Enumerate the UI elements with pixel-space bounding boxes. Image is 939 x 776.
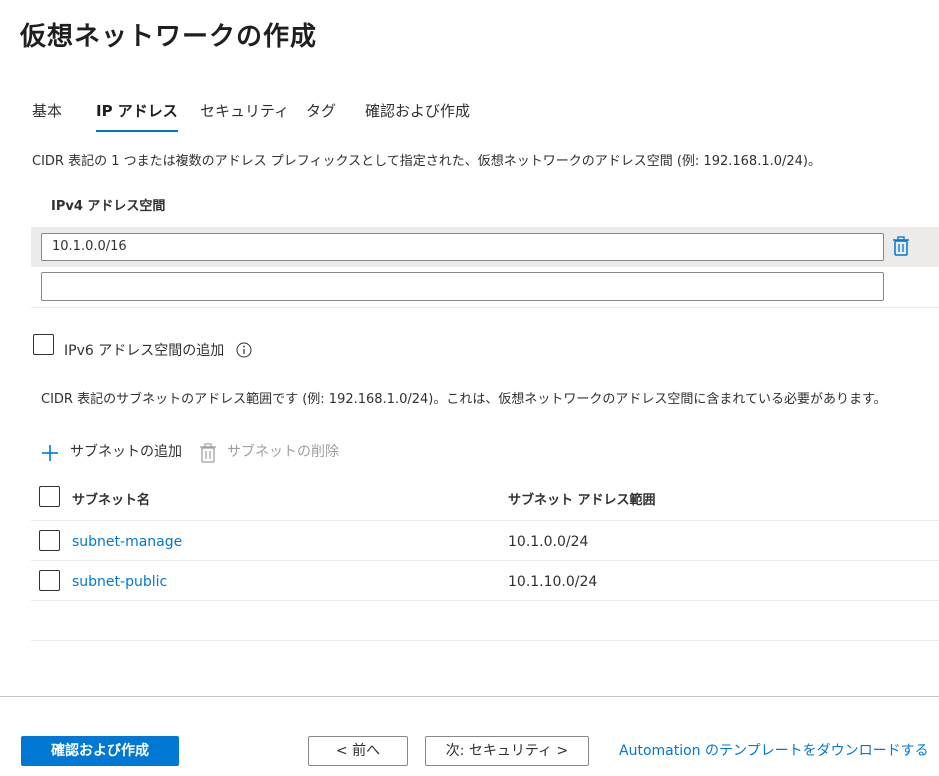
- trash-icon: [200, 443, 216, 463]
- footer-divider: [0, 696, 939, 697]
- ipv4-address-space-label: IPv4 アドレス空間: [51, 199, 166, 214]
- subnet-name-link[interactable]: subnet-manage: [72, 534, 182, 550]
- delete-subnet-button[interactable]: サブネットの削除: [227, 441, 339, 461]
- add-subnet-button[interactable]: サブネットの追加: [70, 441, 182, 461]
- row-checkbox[interactable]: [39, 570, 60, 591]
- delete-icon[interactable]: [892, 236, 910, 256]
- divider: [31, 307, 939, 308]
- column-header-subnet-name: サブネット名: [72, 493, 151, 508]
- ipv6-checkbox-label[interactable]: IPv6 アドレス空間の追加: [64, 340, 224, 360]
- previous-button[interactable]: < 前へ: [308, 736, 408, 766]
- column-header-address-range: サブネット アドレス範囲: [508, 493, 656, 508]
- subnet-address-range: 10.1.10.0/24: [508, 574, 598, 590]
- page-title: 仮想ネットワークの作成: [20, 22, 318, 52]
- divider: [31, 640, 939, 641]
- ipv4-address-input-new[interactable]: [41, 272, 884, 301]
- tab-ip-addresses[interactable]: IP アドレス: [96, 100, 178, 132]
- tab-security[interactable]: セキュリティ: [200, 100, 289, 132]
- tab-review-create[interactable]: 確認および作成: [365, 100, 470, 132]
- ipv4-description: CIDR 表記の 1 つまたは複数のアドレス プレフィックスとして指定された、仮…: [32, 154, 821, 169]
- select-all-checkbox[interactable]: [39, 486, 60, 507]
- divider: [31, 600, 939, 601]
- divider: [31, 560, 939, 561]
- divider: [31, 520, 939, 521]
- ipv6-checkbox[interactable]: [33, 334, 54, 355]
- download-template-link[interactable]: Automation のテンプレートをダウンロードする: [619, 740, 929, 760]
- next-security-button[interactable]: 次: セキュリティ >: [425, 736, 589, 766]
- ipv4-address-input[interactable]: 10.1.0.0/16: [41, 233, 884, 261]
- subnet-address-range: 10.1.0.0/24: [508, 534, 589, 550]
- add-icon[interactable]: [41, 444, 59, 462]
- row-checkbox[interactable]: [39, 530, 60, 551]
- review-create-button[interactable]: 確認および作成: [21, 736, 179, 766]
- tab-tags[interactable]: タグ: [306, 100, 336, 132]
- subnet-name-link[interactable]: subnet-public: [72, 574, 167, 590]
- subnet-description: CIDR 表記のサブネットのアドレス範囲です (例: 192.168.1.0/2…: [41, 392, 887, 407]
- info-icon[interactable]: [236, 342, 252, 358]
- tab-basics[interactable]: 基本: [32, 100, 62, 132]
